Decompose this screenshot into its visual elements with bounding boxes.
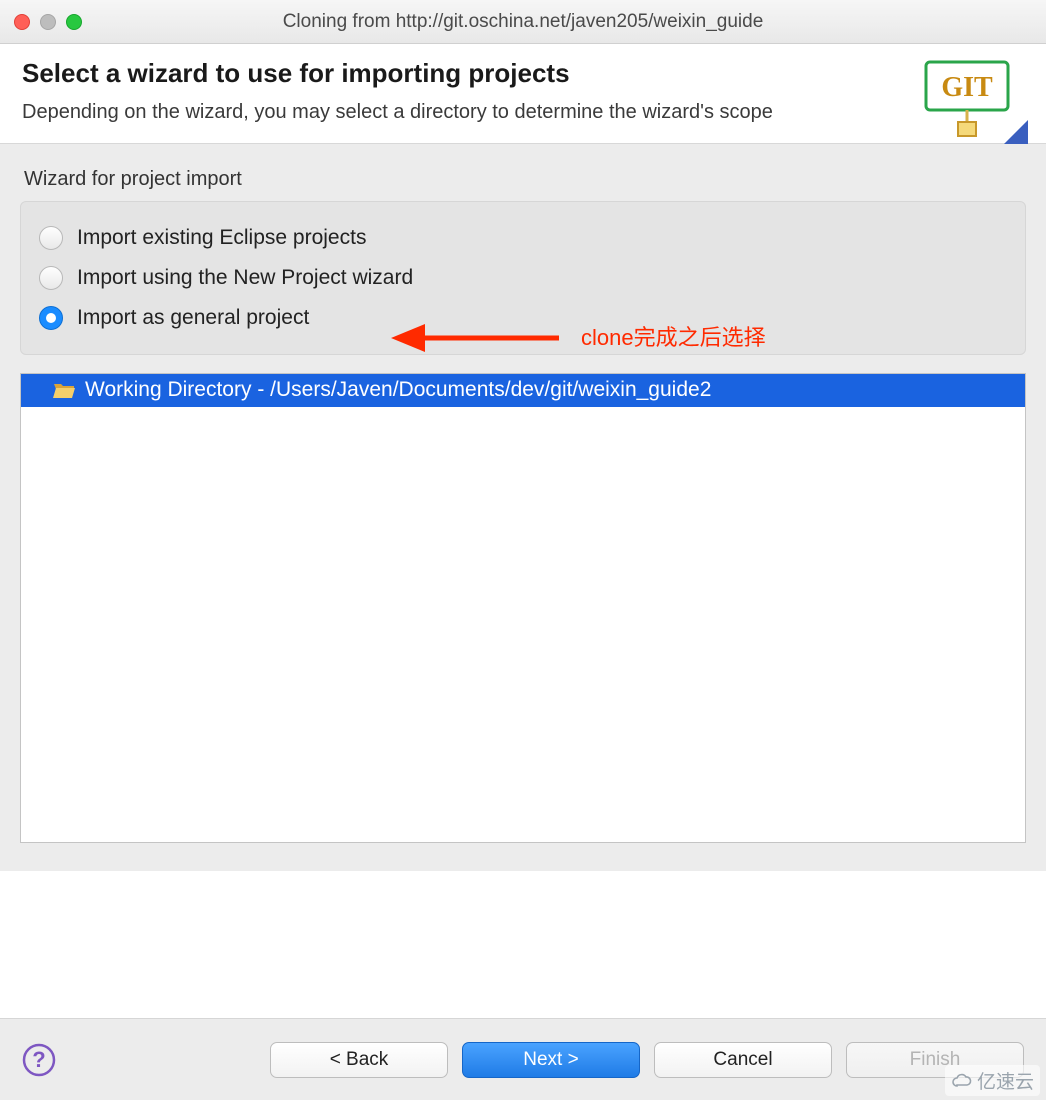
cancel-button[interactable]: Cancel (654, 1042, 832, 1078)
page-title: Select a wizard to use for importing pro… (22, 58, 1024, 89)
svg-text:?: ? (32, 1047, 45, 1072)
wizard-header: Select a wizard to use for importing pro… (0, 44, 1046, 144)
directory-tree[interactable]: Working Directory - /Users/Javen/Documen… (20, 373, 1026, 843)
help-icon[interactable]: ? (22, 1043, 56, 1077)
wizard-footer: ? < Back Next > Cancel Finish (0, 1018, 1046, 1100)
watermark: 亿速云 (945, 1065, 1040, 1096)
zoom-icon[interactable] (66, 14, 82, 30)
page-subtitle: Depending on the wizard, you may select … (22, 99, 842, 125)
window-title: Cloning from http://git.oschina.net/jave… (0, 11, 1046, 33)
folder-open-icon (53, 381, 75, 399)
radio-icon[interactable] (39, 226, 63, 250)
svg-text:GIT: GIT (941, 72, 993, 103)
radio-label: Import using the New Project wizard (77, 266, 413, 290)
radio-icon[interactable] (39, 306, 63, 330)
next-button[interactable]: Next > (462, 1042, 640, 1078)
radio-import-general[interactable]: Import as general project (35, 298, 1011, 338)
group-label: Wizard for project import (24, 168, 1026, 191)
radio-label: Import as general project (77, 306, 309, 330)
radio-icon[interactable] (39, 266, 63, 290)
cloud-icon (951, 1072, 973, 1090)
window-controls (14, 14, 82, 30)
titlebar: Cloning from http://git.oschina.net/jave… (0, 0, 1046, 44)
git-logo-icon: GIT (918, 58, 1028, 148)
back-button[interactable]: < Back (270, 1042, 448, 1078)
tree-item-working-directory[interactable]: Working Directory - /Users/Javen/Documen… (21, 374, 1025, 407)
close-icon[interactable] (14, 14, 30, 30)
minimize-icon (40, 14, 56, 30)
radio-import-existing[interactable]: Import existing Eclipse projects (35, 218, 1011, 258)
wizard-content: Wizard for project import Import existin… (0, 144, 1046, 871)
tree-item-label: Working Directory - /Users/Javen/Documen… (85, 378, 711, 402)
radio-import-new-project[interactable]: Import using the New Project wizard (35, 258, 1011, 298)
radio-label: Import existing Eclipse projects (77, 226, 366, 250)
wizard-radio-group: Import existing Eclipse projects Import … (20, 201, 1026, 355)
